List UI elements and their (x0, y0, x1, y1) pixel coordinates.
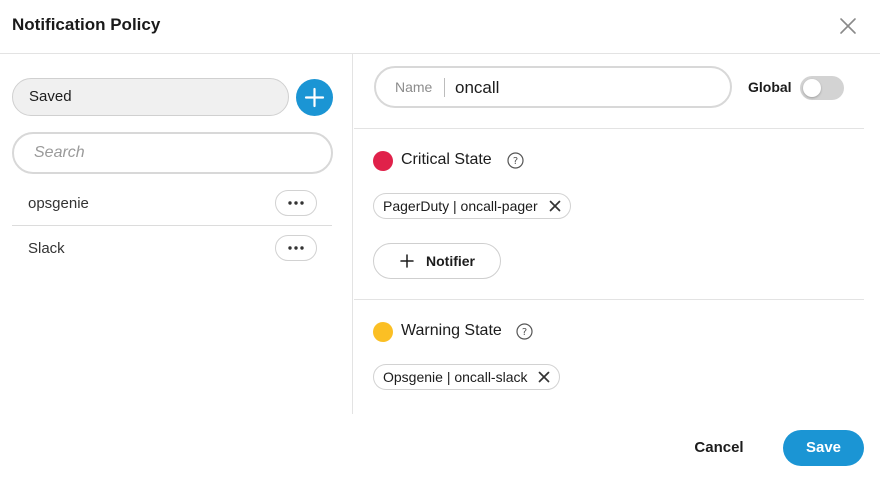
notifier-chip-label: Opsgenie | oncall-slack (383, 369, 528, 385)
critical-state-indicator (373, 151, 393, 171)
toggle-knob (803, 79, 821, 97)
close-icon (840, 18, 856, 34)
close-button[interactable] (836, 14, 860, 38)
name-field[interactable]: Name (374, 66, 732, 108)
plus-icon (304, 87, 325, 108)
list-item-label: Slack (28, 240, 65, 257)
svg-text:?: ? (522, 327, 527, 338)
list-item[interactable]: opsgenie (12, 181, 332, 226)
name-field-separator (444, 78, 445, 97)
ellipsis-icon (288, 246, 304, 250)
help-icon: ? (507, 152, 524, 169)
save-button[interactable]: Save (783, 430, 864, 466)
dialog-header: Notification Policy (0, 0, 880, 54)
plus-icon (400, 254, 414, 268)
add-notifier-label: Notifier (426, 253, 475, 269)
cancel-button[interactable]: Cancel (686, 430, 752, 466)
svg-text:?: ? (513, 156, 518, 167)
global-label: Global (748, 79, 792, 95)
section-divider (354, 299, 864, 300)
more-options-button[interactable] (275, 235, 317, 261)
saved-filter-select[interactable]: Saved (12, 78, 289, 116)
remove-icon[interactable] (538, 371, 550, 383)
name-input[interactable] (455, 75, 715, 100)
policy-list-pane: Saved opsgenie Slack (0, 54, 353, 414)
help-button[interactable]: ? (507, 152, 524, 169)
add-policy-button[interactable] (296, 79, 333, 116)
notifier-chip: Opsgenie | oncall-slack (373, 364, 561, 390)
section-divider (354, 128, 864, 129)
dialog-title: Notification Policy (12, 15, 161, 34)
policy-editor-pane: Name Global Critical State ? PagerDuty |… (354, 54, 880, 414)
help-button[interactable]: ? (516, 323, 533, 340)
global-toggle[interactable] (800, 76, 844, 100)
search-input[interactable] (12, 132, 333, 174)
notifier-chip-label: PagerDuty | oncall-pager (383, 198, 538, 214)
name-field-label: Name (395, 79, 433, 95)
list-item-label: opsgenie (28, 195, 89, 212)
warning-state-title: Warning State (401, 322, 502, 339)
add-notifier-button[interactable]: Notifier (373, 243, 501, 279)
list-item[interactable]: Slack (12, 226, 332, 271)
notifier-chip: PagerDuty | oncall-pager (373, 193, 571, 219)
critical-state-title: Critical State (401, 151, 492, 168)
ellipsis-icon (288, 201, 304, 205)
help-icon: ? (516, 323, 533, 340)
warning-state-indicator (373, 322, 393, 342)
more-options-button[interactable] (275, 190, 317, 216)
remove-icon[interactable] (549, 200, 561, 212)
